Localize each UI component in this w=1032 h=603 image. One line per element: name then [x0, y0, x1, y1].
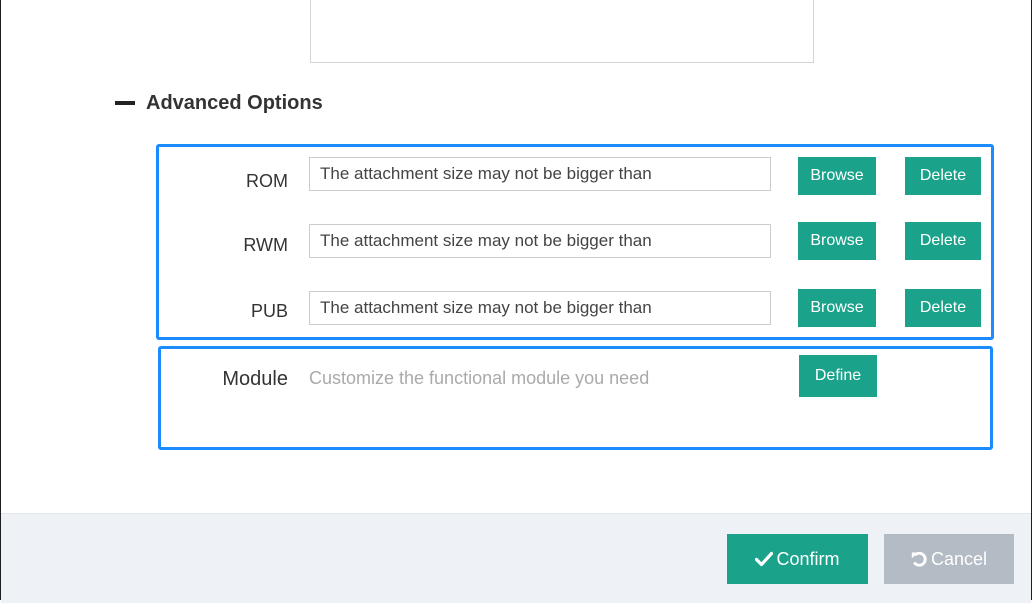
cancel-label: Cancel: [930, 548, 988, 569]
rom-delete-button[interactable]: Delete: [905, 157, 981, 195]
pub-label: PUB: [250, 301, 288, 321]
undo-icon: [911, 551, 928, 568]
pub-browse-button[interactable]: Browse: [798, 289, 876, 327]
rom-file-input[interactable]: [309, 157, 771, 191]
rwm-label: RWM: [243, 235, 288, 255]
confirm-button[interactable]: Confirm: [727, 534, 868, 584]
module-hint: Customize the functional module you need: [309, 368, 650, 388]
module-label: Module: [222, 368, 288, 390]
rwm-browse-button[interactable]: Browse: [798, 222, 876, 260]
confirm-label: Confirm: [776, 548, 840, 569]
dialog-footer: [1, 513, 1031, 603]
rwm-delete-button[interactable]: Delete: [905, 222, 981, 260]
pub-file-input[interactable]: [309, 291, 771, 325]
previous-field-box[interactable]: [310, 0, 814, 63]
define-button[interactable]: Define: [799, 355, 877, 397]
minus-icon[interactable]: [115, 101, 135, 105]
advanced-options-title: Advanced Options: [146, 91, 323, 114]
rom-label: ROM: [246, 171, 288, 191]
rwm-file-input[interactable]: [309, 224, 771, 258]
pub-delete-button[interactable]: Delete: [905, 289, 981, 327]
cancel-button[interactable]: Cancel: [884, 534, 1014, 584]
checkmark-icon: [755, 551, 774, 567]
advanced-options-header[interactable]: Advanced Options: [115, 90, 323, 116]
rom-browse-button[interactable]: Browse: [798, 157, 876, 195]
